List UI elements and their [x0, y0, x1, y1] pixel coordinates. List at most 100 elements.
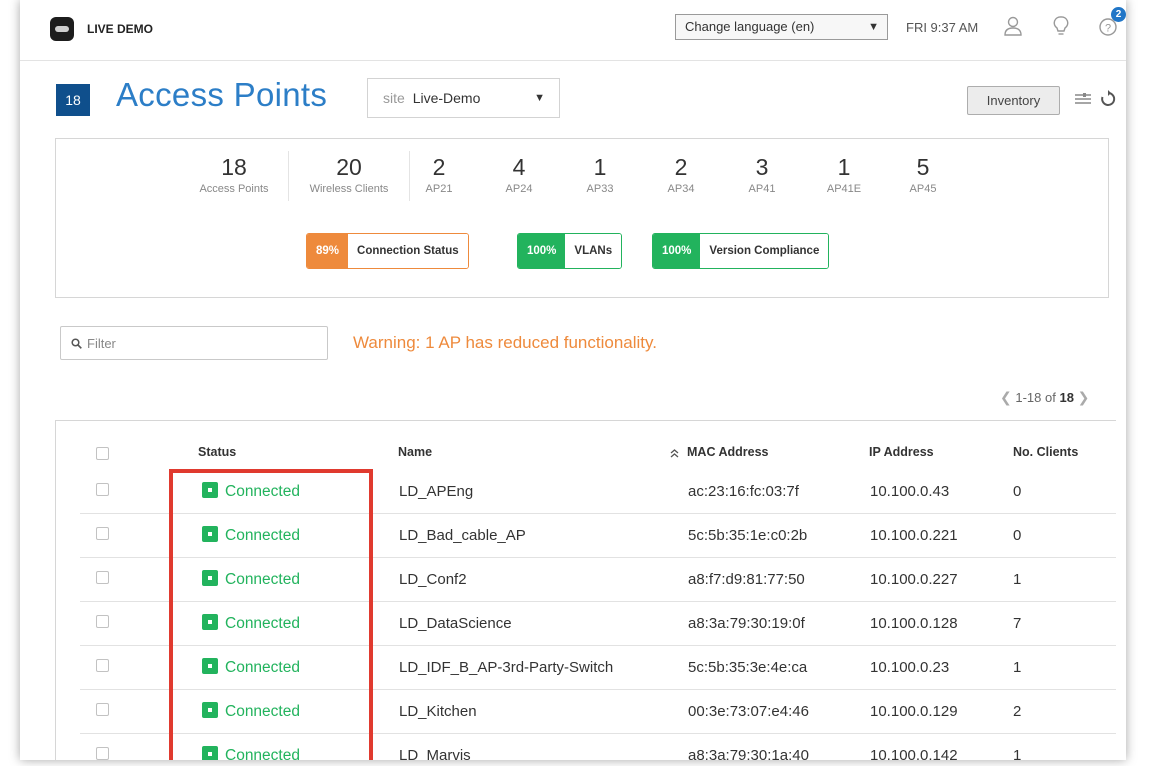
pagination-range: 1-18 of: [1015, 390, 1056, 405]
stat-value: 4: [512, 154, 526, 180]
stat-value: 2: [674, 154, 688, 180]
client-count: 1: [1013, 659, 1022, 676]
page-title: Access Points: [116, 76, 328, 113]
stat-label: AP21: [425, 183, 453, 195]
stat-ap41: 3 AP41: [737, 153, 787, 197]
stat-ap21: 2 AP21: [414, 153, 464, 197]
column-header-clients[interactable]: No. Clients: [1013, 445, 1078, 459]
sle-percent: 89%: [307, 234, 349, 268]
language-label: Change language (en): [685, 19, 815, 34]
client-count: 7: [1013, 615, 1022, 632]
org-name[interactable]: LIVE DEMO: [87, 22, 153, 36]
pagination-total: 18: [1059, 390, 1074, 405]
ip-address: 10.100.0.221: [870, 527, 958, 544]
ap-name[interactable]: LD_IDF_B_AP-3rd-Party-Switch: [399, 659, 613, 676]
row-checkbox[interactable]: [96, 659, 109, 672]
stats-panel: 18 Access Points 20 Wireless Clients 2 A…: [55, 138, 1109, 298]
ip-address: 10.100.0.43: [870, 483, 950, 500]
stat-label: AP41E: [826, 183, 862, 195]
client-count: 0: [1013, 527, 1022, 544]
ip-address: 10.100.0.128: [870, 615, 958, 632]
stat-value: 3: [755, 154, 769, 180]
row-checkbox[interactable]: [96, 571, 109, 584]
column-header-ip[interactable]: IP Address: [869, 445, 934, 459]
client-count: 1: [1013, 571, 1022, 588]
notification-badge: 2: [1111, 7, 1126, 22]
stat-ap33: 1 AP33: [575, 153, 625, 197]
client-count: 1: [1013, 747, 1022, 760]
sort-ascending-icon[interactable]: [669, 448, 680, 459]
site-prefix: site: [383, 90, 405, 106]
user-icon[interactable]: [1002, 14, 1024, 38]
ap-name[interactable]: LD_Kitchen: [399, 703, 477, 720]
column-settings-icon[interactable]: [1074, 92, 1092, 106]
change-language-dropdown[interactable]: Change language (en) ▼: [675, 14, 888, 40]
stat-wireless-clients: 20 Wireless Clients: [294, 153, 404, 197]
stat-label: AP45: [909, 183, 937, 195]
column-header-name[interactable]: Name: [398, 445, 432, 459]
stat-value: 18: [221, 154, 247, 180]
site-dropdown[interactable]: site Live-Demo ▼: [367, 78, 560, 118]
row-checkbox[interactable]: [96, 615, 109, 628]
inventory-button[interactable]: Inventory: [967, 86, 1060, 115]
clock: FRI 9:37 AM: [906, 20, 979, 35]
sle-percent: 100%: [518, 234, 566, 268]
top-bar: LIVE DEMO Change language (en) ▼ FRI 9:3…: [20, 0, 1126, 61]
ap-name[interactable]: LD_APEng: [399, 483, 473, 500]
ip-address: 10.100.0.142: [870, 747, 958, 760]
stat-value: 1: [837, 154, 851, 180]
sle-vlans[interactable]: 100% VLANs: [517, 233, 623, 269]
refresh-icon[interactable]: [1100, 90, 1116, 108]
mac-address: a8:3a:79:30:19:0f: [688, 615, 805, 632]
column-header-status[interactable]: Status: [198, 445, 236, 459]
ip-address: 10.100.0.227: [870, 571, 958, 588]
stat-value: 1: [593, 154, 607, 180]
row-checkbox[interactable]: [96, 483, 109, 496]
mac-address: a8:3a:79:30:1a:40: [688, 747, 809, 760]
divider: [409, 151, 410, 201]
filter-input[interactable]: [87, 327, 317, 359]
filter-box[interactable]: [60, 326, 328, 360]
stat-ap24: 4 AP24: [494, 153, 544, 197]
ip-address: 10.100.0.129: [870, 703, 958, 720]
mac-address: 5c:5b:35:3e:4e:ca: [688, 659, 808, 676]
lightbulb-icon[interactable]: [1050, 14, 1072, 38]
sle-version-compliance[interactable]: 100% Version Compliance: [652, 233, 830, 269]
stat-label: AP33: [586, 183, 614, 195]
warning-message[interactable]: Warning: 1 AP has reduced functionality.: [353, 333, 657, 353]
svg-text:?: ?: [1105, 23, 1111, 35]
chevron-left-icon[interactable]: ❮: [1000, 389, 1012, 405]
column-header-mac[interactable]: MAC Address: [687, 445, 769, 459]
ap-name[interactable]: LD_Bad_cable_AP: [399, 527, 526, 544]
search-icon: [71, 338, 82, 349]
row-checkbox[interactable]: [96, 703, 109, 716]
row-checkbox[interactable]: [96, 527, 109, 540]
sle-percent: 100%: [653, 234, 701, 268]
stat-label: Access Points: [199, 183, 269, 195]
divider: [288, 151, 289, 201]
stat-ap45: 5 AP45: [898, 153, 948, 197]
stat-ap41e: 1 AP41E: [819, 153, 869, 197]
chevron-right-icon[interactable]: ❯: [1078, 389, 1090, 405]
chevron-down-icon: ▼: [534, 92, 545, 104]
select-all-checkbox[interactable]: [96, 447, 109, 460]
stat-value: 20: [336, 154, 362, 180]
ap-name[interactable]: LD_Conf2: [399, 571, 467, 588]
ip-address: 10.100.0.23: [870, 659, 950, 676]
row-checkbox[interactable]: [96, 747, 109, 760]
ap-name[interactable]: LD_DataScience: [399, 615, 512, 632]
ap-name[interactable]: LD_Marvis: [399, 747, 471, 760]
status-column-highlight: [169, 469, 373, 760]
org-logo-icon[interactable]: [50, 17, 74, 41]
mac-address: ac:23:16:fc:03:7f: [688, 483, 799, 500]
client-count: 2: [1013, 703, 1022, 720]
stat-label: Wireless Clients: [309, 183, 389, 195]
stat-label: AP34: [667, 183, 695, 195]
chevron-down-icon: ▼: [868, 21, 879, 33]
sle-label: VLANs: [565, 234, 622, 268]
app-window: LIVE DEMO Change language (en) ▼ FRI 9:3…: [20, 0, 1126, 760]
sle-connection-status[interactable]: 89% Connection Status: [306, 233, 469, 269]
mac-address: 00:3e:73:07:e4:46: [688, 703, 809, 720]
stat-value: 2: [432, 154, 446, 180]
stat-label: AP24: [505, 183, 533, 195]
